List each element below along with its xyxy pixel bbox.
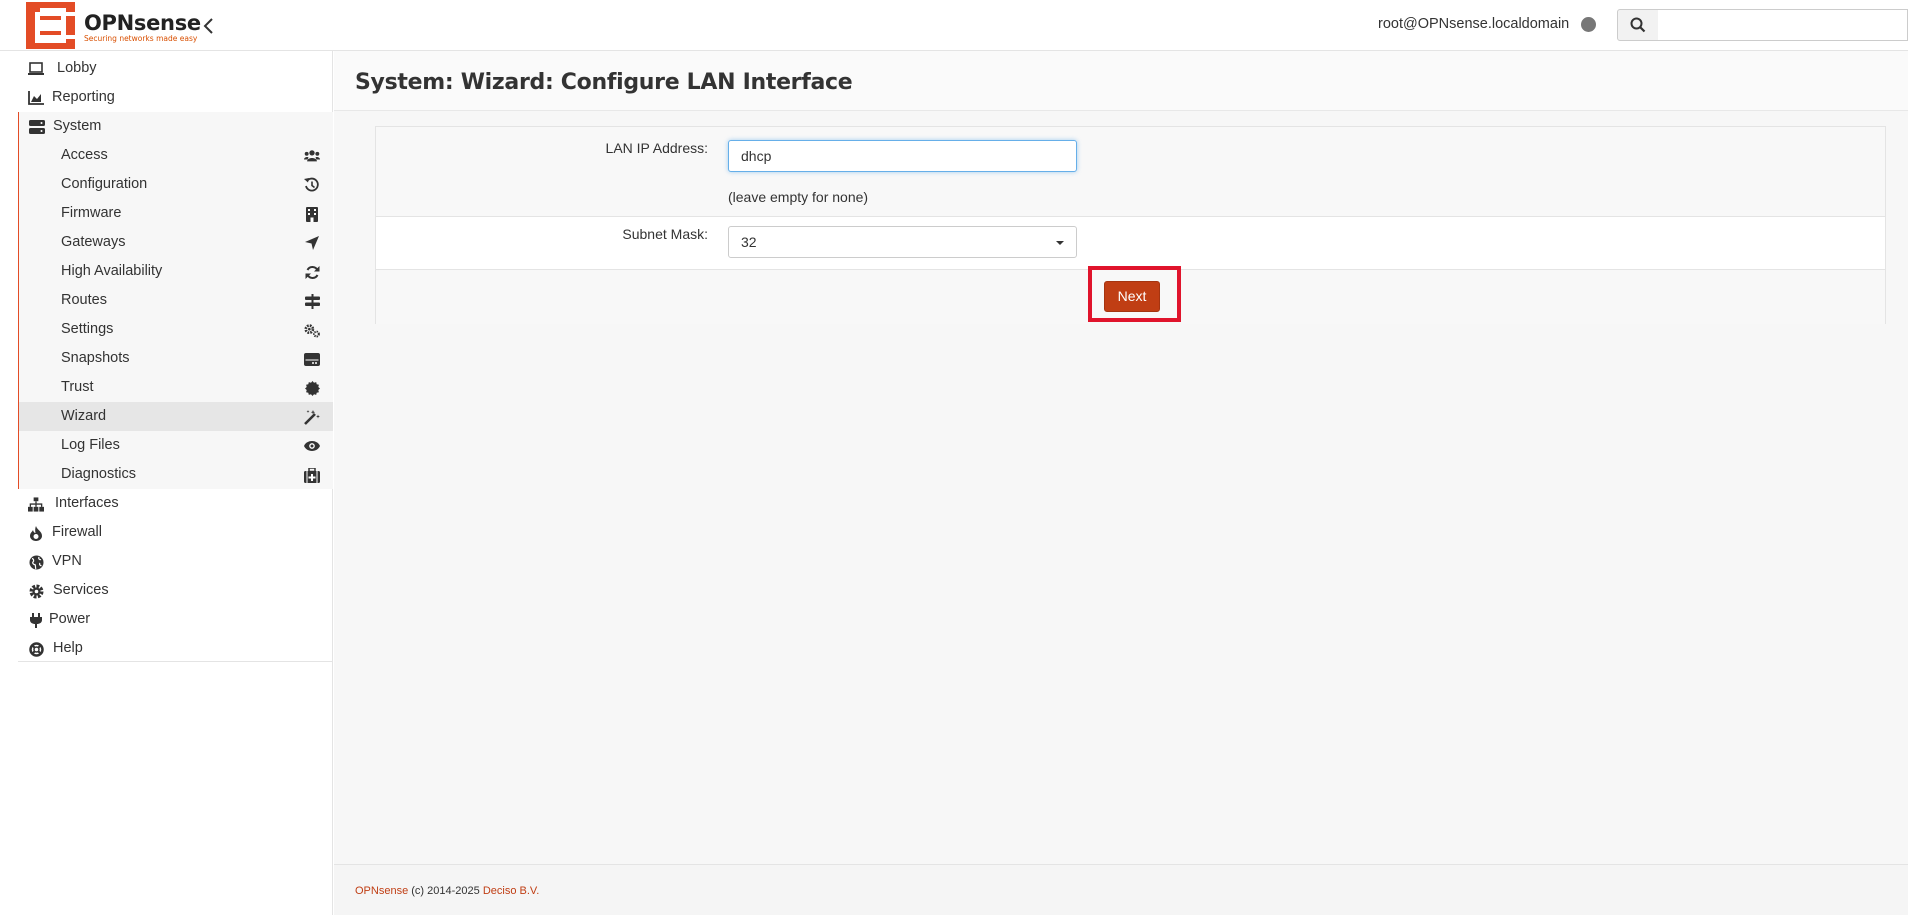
medkit-icon	[304, 467, 320, 483]
sidebar-item-high-availability[interactable]: High Availability	[18, 257, 333, 286]
sidebar-item-help[interactable]: Help	[18, 634, 333, 663]
sidebar: Lobby Reporting System Access Configurat…	[18, 51, 333, 915]
life-ring-icon	[28, 641, 44, 657]
certificate-icon	[304, 380, 320, 396]
subnet-label: Subnet Mask:	[622, 226, 708, 242]
sidebar-item-firmware[interactable]: Firmware	[18, 199, 333, 228]
subnet-mask-select[interactable]: 32	[728, 226, 1077, 258]
sidebar-item-wizard[interactable]: Wizard	[18, 402, 333, 431]
search-group	[1617, 9, 1908, 41]
sidebar-item-power[interactable]: Power	[18, 605, 333, 634]
sidebar-item-lobby[interactable]: Lobby	[18, 54, 333, 83]
sidebar-item-label: Access	[61, 147, 108, 163]
sidebar-item-label: Services	[53, 582, 109, 598]
sidebar-item-label: Power	[49, 611, 91, 627]
wizard-form: LAN IP Address: (leave empty for none) S…	[375, 126, 1886, 324]
sidebar-item-settings[interactable]: Settings	[18, 315, 333, 344]
sidebar-divider	[18, 661, 333, 662]
lan-ip-row: LAN IP Address: (leave empty for none)	[376, 127, 1885, 217]
area-chart-icon	[28, 90, 44, 106]
refresh-icon	[304, 264, 320, 280]
sidebar-item-vpn[interactable]: VPN	[18, 547, 333, 576]
eye-icon	[304, 438, 320, 454]
footer: OPNsense (c) 2014-2025 Deciso B.V.	[334, 864, 1908, 915]
actions-row: Next	[376, 266, 1885, 324]
cog-icon	[28, 583, 44, 599]
footer-company-link[interactable]: Deciso B.V.	[483, 885, 539, 897]
sidebar-item-access[interactable]: Access	[18, 141, 333, 170]
sidebar-item-trust[interactable]: Trust	[18, 373, 333, 402]
chevron-left-icon	[203, 18, 213, 34]
caret-down-icon	[1056, 241, 1064, 245]
building-icon	[304, 206, 320, 222]
sidebar-item-label: Log Files	[61, 437, 120, 453]
footer-text: OPNsense (c) 2014-2025 Deciso B.V.	[355, 885, 539, 897]
subnet-row: Subnet Mask: 32	[376, 217, 1885, 270]
sidebar-item-interfaces[interactable]: Interfaces	[18, 489, 333, 518]
status-indicator-icon[interactable]	[1581, 17, 1596, 32]
globe-icon	[28, 554, 44, 570]
sidebar-item-reporting[interactable]: Reporting	[18, 83, 333, 112]
cogs-icon	[304, 322, 320, 338]
page-title: System: Wizard: Configure LAN Interface	[355, 70, 853, 95]
lan-ip-hint: (leave empty for none)	[728, 189, 869, 205]
sidebar-item-label: Lobby	[57, 60, 97, 76]
sidebar-collapse-button[interactable]	[199, 14, 219, 38]
laptop-icon	[28, 61, 44, 77]
sidebar-item-system[interactable]: System	[18, 112, 333, 141]
sidebar-item-label: Firewall	[52, 524, 102, 540]
server-icon	[29, 119, 45, 135]
sidebar-item-label: Snapshots	[61, 350, 130, 366]
sidebar-item-services[interactable]: Services	[18, 576, 333, 605]
logo-tagline: Securing networks made easy	[84, 34, 198, 43]
sidebar-item-diagnostics[interactable]: Diagnostics	[18, 460, 333, 489]
signs-icon	[304, 293, 320, 309]
magic-icon	[304, 409, 320, 425]
sidebar-item-configuration[interactable]: Configuration	[18, 170, 333, 199]
logo-wordmark: OPNsense	[84, 11, 201, 35]
sidebar-item-label: Trust	[61, 379, 94, 395]
sidebar-item-label: Help	[53, 640, 83, 656]
sidebar-item-firewall[interactable]: Firewall	[18, 518, 333, 547]
sidebar-item-label: Reporting	[52, 89, 115, 105]
users-icon	[304, 148, 320, 164]
sidebar-item-label: High Availability	[61, 263, 163, 279]
history-icon	[304, 177, 320, 193]
subnet-mask-value: 32	[741, 234, 757, 250]
sidebar-item-label: Wizard	[61, 408, 107, 424]
location-arrow-icon	[304, 235, 320, 251]
search-input[interactable]	[1658, 9, 1908, 41]
sidebar-item-label: System	[53, 118, 102, 134]
next-button[interactable]: Next	[1104, 281, 1160, 312]
opnsense-logo-icon	[26, 2, 75, 49]
footer-brand-link[interactable]: OPNsense	[355, 885, 408, 897]
fire-icon	[28, 525, 44, 541]
sidebar-item-label: Settings	[61, 321, 114, 337]
top-header: OPNsense Securing networks made easy roo…	[0, 0, 1908, 51]
user-menu[interactable]: root@OPNsense.localdomain	[1378, 16, 1569, 32]
search-icon	[1630, 17, 1646, 33]
sidebar-item-label: Routes	[61, 292, 107, 308]
sidebar-item-gateways[interactable]: Gateways	[18, 228, 333, 257]
sidebar-item-label: Gateways	[61, 234, 126, 250]
footer-copyright: (c) 2014-2025	[408, 885, 483, 897]
lan-ip-input[interactable]	[728, 140, 1077, 172]
sidebar-item-snapshots[interactable]: Snapshots	[18, 344, 333, 373]
sidebar-item-log-files[interactable]: Log Files	[18, 431, 333, 460]
opnsense-logo[interactable]: OPNsense Securing networks made easy	[26, 0, 201, 50]
page-title-bar: System: Wizard: Configure LAN Interface	[334, 51, 1908, 111]
plug-icon	[28, 612, 44, 628]
sidebar-item-label: Firmware	[61, 205, 122, 221]
lan-ip-label: LAN IP Address:	[605, 140, 708, 156]
hdd-icon	[304, 351, 320, 367]
sidebar-item-label: Interfaces	[55, 495, 119, 511]
search-button[interactable]	[1617, 9, 1659, 41]
sidebar-item-routes[interactable]: Routes	[18, 286, 333, 315]
main-content: System: Wizard: Configure LAN Interface …	[334, 51, 1908, 915]
sitemap-icon	[28, 496, 44, 512]
sidebar-item-label: Configuration	[61, 176, 148, 192]
sidebar-item-label: VPN	[52, 553, 82, 569]
sidebar-item-label: Diagnostics	[61, 466, 136, 482]
